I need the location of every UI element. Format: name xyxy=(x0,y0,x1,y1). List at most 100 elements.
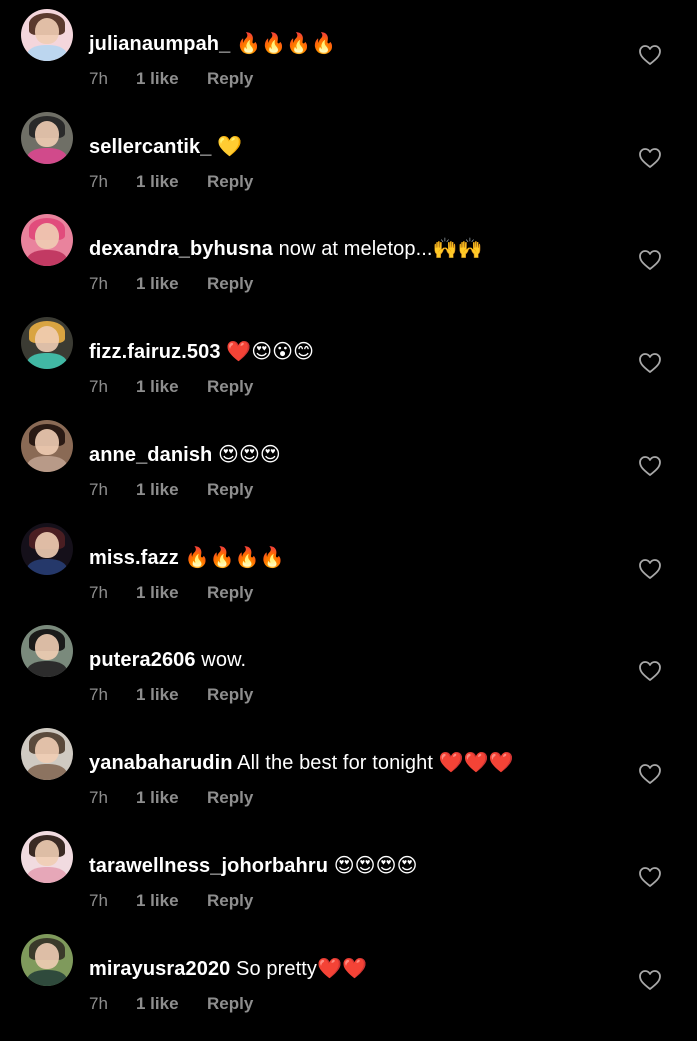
avatar-body xyxy=(27,970,67,986)
reply-button[interactable]: Reply xyxy=(207,685,253,704)
reply-button[interactable]: Reply xyxy=(207,274,253,293)
comment-meta: 7h 1 like Reply xyxy=(89,376,253,398)
heart-icon[interactable] xyxy=(638,248,662,272)
avatar-body xyxy=(27,559,67,575)
avatar-face xyxy=(35,634,59,660)
heart-icon[interactable] xyxy=(638,865,662,889)
avatar[interactable] xyxy=(21,317,73,369)
heart-icon[interactable] xyxy=(638,351,662,375)
comment-likes[interactable]: 1 like xyxy=(136,684,207,706)
comment-item: sellercantik_ 💛 7h 1 like Reply xyxy=(0,112,697,219)
avatar-face xyxy=(35,943,59,969)
comment-likes[interactable]: 1 like xyxy=(136,890,207,912)
comment-time: 7h xyxy=(89,788,108,807)
avatar-face xyxy=(35,840,59,866)
comment-username[interactable]: dexandra_byhusna xyxy=(89,238,273,260)
comment-text-line: miss.fazz 🔥🔥🔥🔥 xyxy=(89,544,285,572)
avatar-body xyxy=(27,148,67,164)
reply-button[interactable]: Reply xyxy=(207,891,253,910)
heart-icon[interactable] xyxy=(638,454,662,478)
comment-item: anne_danish 😍😍😍 7h 1 like Reply xyxy=(0,420,697,527)
comment-meta: 7h 1 like Reply xyxy=(89,582,253,604)
comment-meta: 7h 1 like Reply xyxy=(89,684,253,706)
comment-item: putera2606 wow. 7h 1 like Reply xyxy=(0,625,697,732)
comment-likes[interactable]: 1 like xyxy=(136,993,207,1015)
comment-time: 7h xyxy=(89,377,108,396)
reply-button[interactable]: Reply xyxy=(207,994,253,1013)
comment-text-line: anne_danish 😍😍😍 xyxy=(89,441,281,469)
comment-text: 💛 xyxy=(217,136,243,158)
avatar-body xyxy=(27,764,67,780)
comment-likes[interactable]: 1 like xyxy=(136,376,207,398)
reply-button[interactable]: Reply xyxy=(207,480,253,499)
comment-username[interactable]: yanabaharudin xyxy=(89,752,233,774)
comment-text: wow. xyxy=(201,649,247,671)
comment-text-line: julianaumpah_ 🔥🔥🔥🔥 xyxy=(89,30,336,58)
comment-username[interactable]: putera2606 xyxy=(89,649,196,671)
avatar-body xyxy=(27,353,67,369)
reply-button[interactable]: Reply xyxy=(207,583,253,602)
avatar[interactable] xyxy=(21,214,73,266)
avatar[interactable] xyxy=(21,831,73,883)
comment-likes[interactable]: 1 like xyxy=(136,479,207,501)
comment-meta: 7h 1 like Reply xyxy=(89,68,253,90)
avatar-face xyxy=(35,18,59,44)
avatar[interactable] xyxy=(21,112,73,164)
avatar[interactable] xyxy=(21,625,73,677)
heart-icon[interactable] xyxy=(638,762,662,786)
comment-text-line: sellercantik_ 💛 xyxy=(89,133,242,161)
avatar-body xyxy=(27,661,67,677)
comment-text: 🔥🔥🔥🔥 xyxy=(236,33,337,55)
comment-likes[interactable]: 1 like xyxy=(136,273,207,295)
comment-meta: 7h 1 like Reply xyxy=(89,993,253,1015)
comment-likes[interactable]: 1 like xyxy=(136,787,207,809)
avatar[interactable] xyxy=(21,523,73,575)
comment-item: mirayusra2020 So pretty❤️❤️ 7h 1 like Repl… xyxy=(0,934,697,1041)
comment-time: 7h xyxy=(89,274,108,293)
avatar[interactable] xyxy=(21,728,73,780)
comment-meta: 7h 1 like Reply xyxy=(89,787,253,809)
heart-icon[interactable] xyxy=(638,43,662,67)
comment-time: 7h xyxy=(89,480,108,499)
comment-likes[interactable]: 1 like xyxy=(136,171,207,193)
heart-icon[interactable] xyxy=(638,659,662,683)
comment-username[interactable]: fizz.fairuz.503 xyxy=(89,341,221,363)
avatar-face xyxy=(35,326,59,352)
comment-meta: 7h 1 like Reply xyxy=(89,171,253,193)
avatar[interactable] xyxy=(21,934,73,986)
reply-button[interactable]: Reply xyxy=(207,172,253,191)
comment-text-line: mirayusra2020 So pretty❤️❤️ xyxy=(89,955,367,983)
comment-likes[interactable]: 1 like xyxy=(136,68,207,90)
comment-text: 😍😍😍 xyxy=(218,444,281,466)
comment-time: 7h xyxy=(89,583,108,602)
comment-time: 7h xyxy=(89,891,108,910)
avatar-face xyxy=(35,429,59,455)
comment-username[interactable]: julianaumpah_ xyxy=(89,33,230,55)
reply-button[interactable]: Reply xyxy=(207,377,253,396)
heart-icon[interactable] xyxy=(638,146,662,170)
reply-button[interactable]: Reply xyxy=(207,788,253,807)
comment-username[interactable]: sellercantik_ xyxy=(89,136,212,158)
comment-text: All the best for tonight ❤️❤️❤️ xyxy=(237,752,514,774)
avatar[interactable] xyxy=(21,9,73,61)
reply-button[interactable]: Reply xyxy=(207,69,253,88)
comment-meta: 7h 1 like Reply xyxy=(89,479,253,501)
comment-text-line: putera2606 wow. xyxy=(89,646,246,674)
comment-text-line: dexandra_byhusna now at meletop...🙌🙌 xyxy=(89,235,483,263)
comment-text: 🔥🔥🔥🔥 xyxy=(184,547,285,569)
comment-text-line: tarawellness_johorbahru 😍😍😍😍 xyxy=(89,852,418,880)
comment-item: dexandra_byhusna now at meletop...🙌🙌 7h 1… xyxy=(0,214,697,321)
comment-meta: 7h 1 like Reply xyxy=(89,273,253,295)
heart-icon[interactable] xyxy=(638,968,662,992)
comment-username[interactable]: mirayusra2020 xyxy=(89,958,230,980)
comment-username[interactable]: tarawellness_johorbahru xyxy=(89,855,328,877)
comment-text: So pretty❤️❤️ xyxy=(236,958,368,980)
avatar[interactable] xyxy=(21,420,73,472)
comments-list: julianaumpah_ 🔥🔥🔥🔥 7h 1 like Reply sellerc… xyxy=(0,0,697,1024)
avatar-body xyxy=(27,456,67,472)
comment-likes[interactable]: 1 like xyxy=(136,582,207,604)
heart-icon[interactable] xyxy=(638,557,662,581)
comment-username[interactable]: miss.fazz xyxy=(89,547,179,569)
comment-text-line: fizz.fairuz.503 ❤️😍😮😊 xyxy=(89,338,314,366)
comment-username[interactable]: anne_danish xyxy=(89,444,212,466)
